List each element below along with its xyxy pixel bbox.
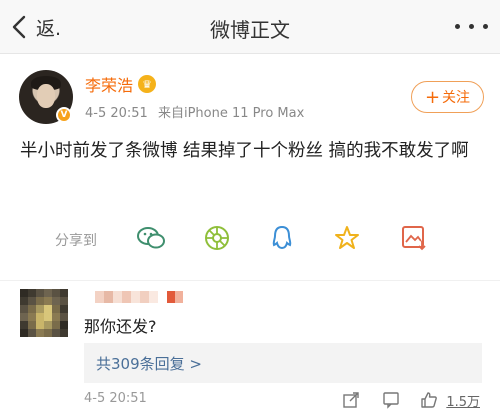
like-icon[interactable]	[420, 391, 438, 409]
follow-label: 关注	[442, 90, 471, 106]
like-count[interactable]: 1.5万	[446, 391, 480, 410]
image-save-icon[interactable]	[398, 222, 430, 254]
share-label: 分享到	[55, 233, 97, 249]
replies-link[interactable]: 共309条回复 >	[84, 343, 482, 383]
post-source: 来自iPhone 11 Pro Max	[157, 106, 305, 121]
comment-footer: 4-5 20:51 1.5万	[84, 391, 488, 410]
wechat-icon[interactable]	[135, 222, 167, 254]
plus-icon: +	[424, 86, 441, 108]
qzone-star-icon[interactable]	[331, 222, 363, 254]
crown-icon: ♛	[138, 75, 157, 93]
comment-text: 那你还发?	[84, 317, 157, 336]
nav-bar: 返. 微博正文	[0, 0, 500, 54]
qq-icon[interactable]	[266, 222, 298, 254]
post-time: 4-5 20:51	[85, 106, 148, 121]
share-bar: 分享到	[0, 218, 500, 258]
comment-time: 4-5 20:51	[84, 391, 147, 406]
username-text: 李荣浩	[85, 76, 134, 95]
share-icon[interactable]	[342, 391, 360, 409]
avatar[interactable]	[20, 289, 68, 337]
moments-icon[interactable]	[201, 222, 233, 254]
post-meta: 4-5 20:51 来自iPhone 11 Pro Max	[85, 102, 310, 121]
post-content: 半小时前发了条微博 结果掉了十个粉丝 搞的我不敢发了啊	[20, 141, 469, 161]
follow-button[interactable]: + 关注	[411, 81, 484, 113]
page-title: 微博正文	[210, 18, 290, 42]
post-card: V 李荣浩 ♛ 4-5 20:51 来自iPhone 11 Pro Max + …	[0, 55, 500, 280]
username[interactable]: 李荣浩 ♛	[85, 72, 157, 96]
more-dots-icon[interactable]	[455, 24, 488, 29]
verified-v-icon: V	[56, 107, 72, 123]
comment-icon[interactable]	[382, 391, 400, 409]
comment-username[interactable]	[95, 291, 183, 303]
comment-item: 那你还发? 共309条回复 > 4-5 20:51 1.5万	[0, 281, 500, 410]
